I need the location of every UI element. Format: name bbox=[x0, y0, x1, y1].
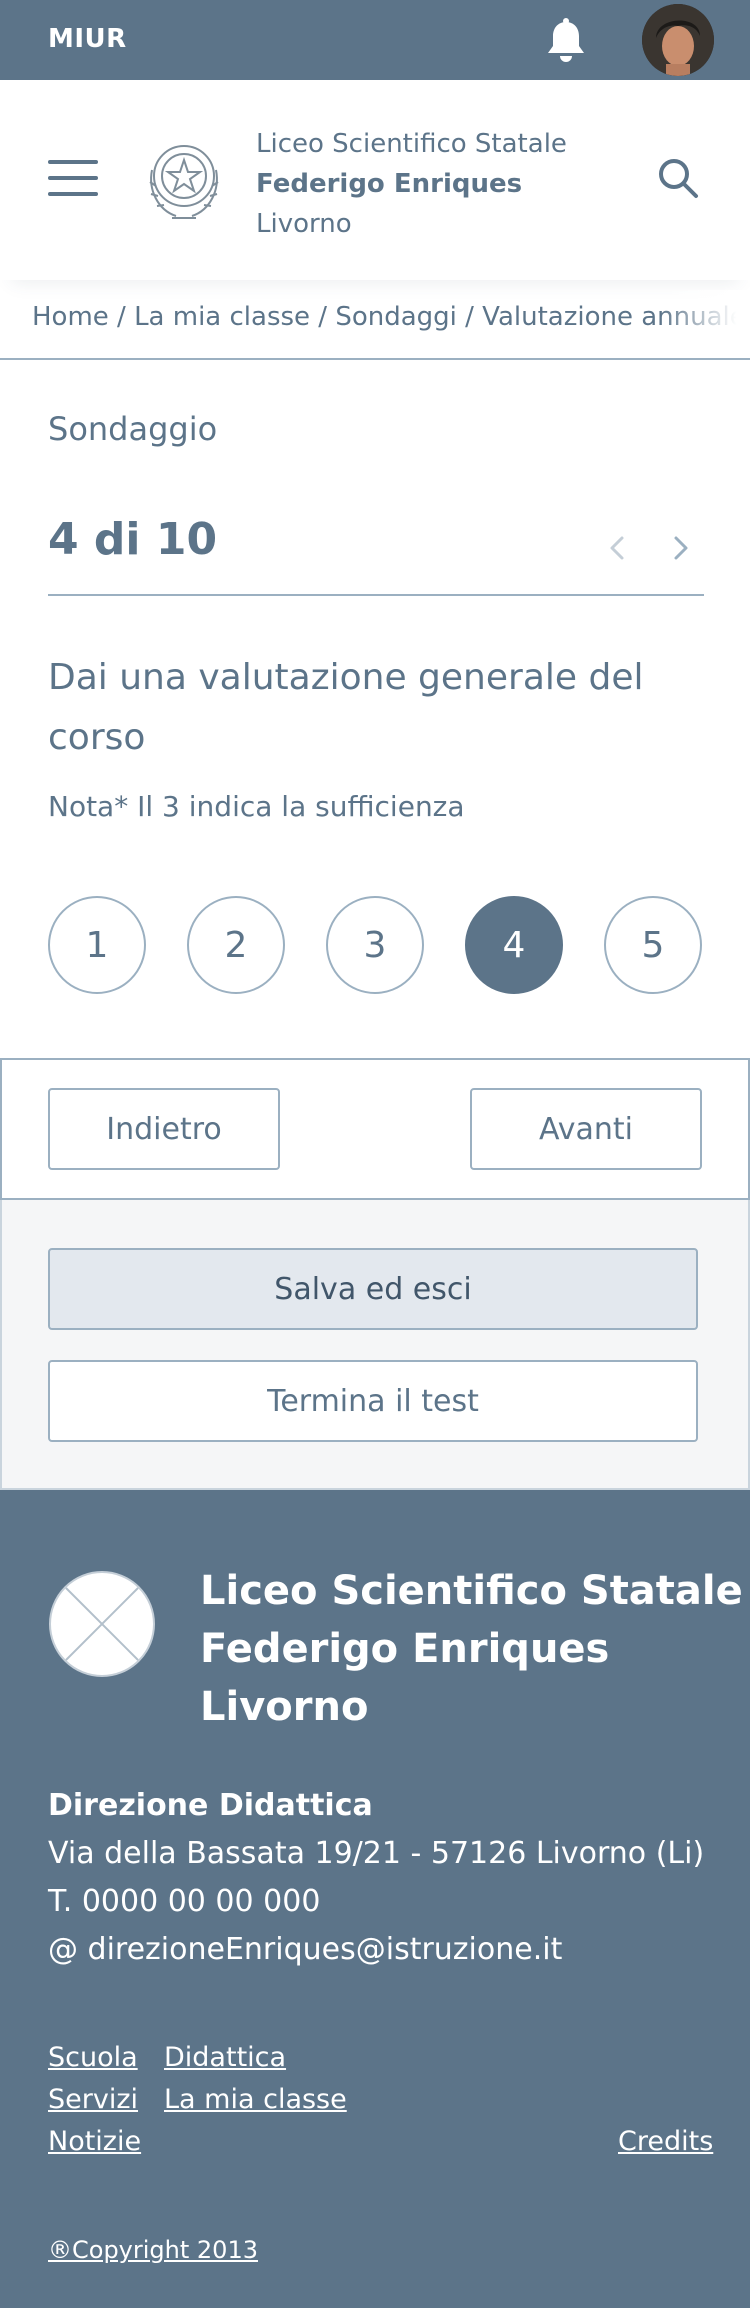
rating-option-2[interactable]: 2 bbox=[187, 896, 285, 994]
school-line-1: Liceo Scientifico Statale bbox=[256, 129, 567, 159]
breadcrumb-fade bbox=[660, 290, 750, 358]
question-note: Nota* Il 3 indica la sufficienza bbox=[48, 790, 465, 823]
site-header: Liceo Scientifico Statale Federigo Enriq… bbox=[0, 80, 750, 280]
school-line-3: Livorno bbox=[256, 209, 352, 239]
footer-link-credits[interactable]: Credits bbox=[618, 2126, 713, 2157]
miur-brand[interactable]: MIUR bbox=[48, 24, 127, 54]
hamburger-menu-icon[interactable] bbox=[48, 160, 98, 196]
question-counter: 4 di 10 bbox=[48, 514, 218, 565]
search-icon[interactable] bbox=[656, 156, 700, 200]
bell-icon[interactable] bbox=[540, 16, 592, 68]
footer-link-didattica[interactable]: Didattica bbox=[164, 2042, 286, 2073]
back-button[interactable]: Indietro bbox=[48, 1088, 280, 1170]
rating-option-1[interactable]: 1 bbox=[48, 896, 146, 994]
footer-link-notizie[interactable]: Notizie bbox=[48, 2126, 141, 2157]
copyright[interactable]: ®Copyright 2013 bbox=[48, 2236, 258, 2264]
user-avatar[interactable] bbox=[642, 4, 714, 76]
footer-phone: T. 0000 00 00 000 bbox=[48, 1884, 321, 1919]
repubblica-emblem bbox=[149, 145, 219, 219]
actions-panel bbox=[0, 1200, 750, 1490]
next-button[interactable]: Avanti bbox=[470, 1088, 702, 1170]
rating-option-4-selected[interactable]: 4 bbox=[465, 896, 563, 994]
direction-label: Direzione Didattica bbox=[48, 1788, 373, 1823]
survey-label: Sondaggio bbox=[48, 410, 218, 448]
footer-address: Via della Bassata 19/21 - 57126 Livorno … bbox=[48, 1836, 705, 1871]
save-and-exit-button[interactable]: Salva ed esci bbox=[48, 1248, 698, 1330]
question-text: Dai una valutazione generale del corso bbox=[48, 657, 644, 758]
counter-divider bbox=[48, 594, 704, 596]
chevron-right-icon[interactable] bbox=[666, 530, 694, 566]
school-line-2: Federigo Enriques bbox=[256, 169, 523, 199]
footer-link-scuola[interactable]: Scuola bbox=[48, 2042, 138, 2073]
breadcrumb-trail[interactable]: Home / La mia classe / Sondaggi / Valuta… bbox=[32, 302, 750, 332]
footer-school-name[interactable]: Liceo Scientifico Statale Federigo Enriq… bbox=[200, 1562, 743, 1736]
breadcrumb: Home / La mia classe / Sondaggi / Valuta… bbox=[0, 290, 750, 360]
footer-link-la-mia-classe[interactable]: La mia classe bbox=[164, 2084, 347, 2115]
rating-option-5[interactable]: 5 bbox=[604, 896, 702, 994]
finish-test-button[interactable]: Termina il test bbox=[48, 1360, 698, 1442]
placeholder-logo-icon bbox=[49, 1571, 155, 1677]
site-footer: Liceo Scientifico Statale Federigo Enriq… bbox=[0, 1490, 750, 2308]
footer-email[interactable]: @ direzioneEnriques@istruzione.it bbox=[48, 1932, 562, 1967]
school-name[interactable]: Liceo Scientifico Statale Federigo Enriq… bbox=[256, 124, 567, 244]
chevron-left-icon[interactable] bbox=[604, 530, 632, 566]
footer-link-servizi[interactable]: Servizi bbox=[48, 2084, 138, 2115]
rating-option-3[interactable]: 3 bbox=[326, 896, 424, 994]
top-bar: MIUR bbox=[0, 0, 750, 80]
